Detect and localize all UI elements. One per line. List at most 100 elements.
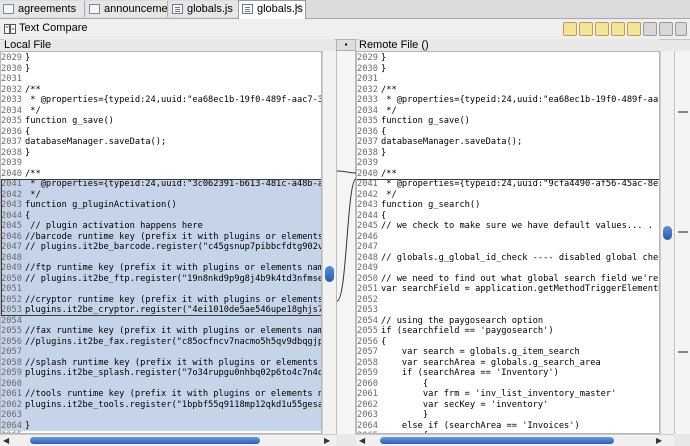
code-line[interactable]: 2056//plugins.it2be_fax.register("c85ocf…: [1, 336, 321, 347]
left-horizontal-scrollbar[interactable]: ◀ ▶: [0, 434, 336, 446]
code-line[interactable]: 2057: [1, 347, 321, 358]
code-line[interactable]: 2036{: [1, 127, 321, 138]
code-line[interactable]: 2029}: [1, 53, 321, 64]
code-line[interactable]: 2030}: [1, 64, 321, 75]
next-difference-button[interactable]: [611, 22, 625, 36]
right-horizontal-scrollbar[interactable]: ◀ ▶: [356, 434, 674, 446]
right-vertical-scrollbar[interactable]: [660, 51, 674, 434]
tab-globals-js-active[interactable]: globals.js ✕: [238, 0, 306, 19]
code-line[interactable]: 2034 */: [357, 106, 659, 117]
code-line[interactable]: 2047// plugins.it2be_barcode.register("c…: [1, 242, 321, 253]
code-line[interactable]: 2049: [357, 263, 659, 274]
overview-ruler[interactable]: [674, 51, 690, 434]
scroll-left-arrow-icon[interactable]: ◀: [359, 436, 365, 445]
code-line[interactable]: 2055//fax runtime key (prefix it with pl…: [1, 326, 321, 337]
remote-file-editor[interactable]: 2029} 2030} 2031 2032/** 2033 * @properties=…: [356, 51, 660, 434]
code-line[interactable]: 2061//tools runtime key (prefix it with …: [1, 389, 321, 400]
code-line[interactable]: 2052//cryptor runtime key (prefix it wit…: [1, 294, 321, 305]
code-line[interactable]: 2033 * @properties={typeid:24,uuid:"ea68…: [357, 95, 659, 106]
code-line[interactable]: 2053 plugins.it2be_cryptor.register("4ei1…: [1, 305, 321, 316]
scroll-right-arrow-icon[interactable]: ▶: [324, 436, 330, 445]
copy-current-right-button[interactable]: [595, 22, 609, 36]
code-line[interactable]: 2060 {: [357, 379, 659, 390]
code-line[interactable]: 2050// we need to find out what global s…: [357, 274, 659, 285]
code-line[interactable]: 2052: [357, 295, 659, 306]
code-line[interactable]: 2041 * @properties={typeid:24,uuid:"3c06…: [1, 179, 321, 190]
left-vertical-scrollbar[interactable]: [322, 51, 336, 434]
code-line[interactable]: 2042 */: [357, 190, 659, 201]
code-line[interactable]: 2058 var searchArea = globals.g_search_a…: [357, 358, 659, 369]
code-line[interactable]: 2041 * @properties={typeid:24,uuid:"9cfa…: [357, 179, 659, 190]
code-line[interactable]: 2049//ftp runtime key (prefix it with pl…: [1, 263, 321, 274]
code-line[interactable]: 2038}: [1, 148, 321, 159]
tab-announcements[interactable]: announcements: [86, 1, 168, 17]
tab-agreements[interactable]: agreements: [0, 1, 85, 17]
code-line[interactable]: 2064}: [1, 420, 321, 431]
code-line[interactable]: 2044{: [1, 210, 321, 221]
code-line[interactable]: 2045 // plugin activation happens here: [1, 221, 321, 232]
local-file-editor[interactable]: 2029} 2030} 2031 2032/** 2033 * @properties=…: [0, 51, 322, 434]
right-scroll-thumb[interactable]: [663, 226, 672, 240]
code-line[interactable]: 2048: [1, 252, 321, 263]
code-line[interactable]: 2059 plugins.it2be_splash.register("7o34r…: [1, 368, 321, 379]
code-line[interactable]: 2034 */: [1, 106, 321, 117]
code-line[interactable]: 2040/**: [1, 169, 321, 180]
code-line[interactable]: 2048// globals.g_global_id_check ---- di…: [357, 253, 659, 264]
right-hscroll-thumb[interactable]: [380, 437, 614, 444]
code-line[interactable]: 2031: [357, 74, 659, 85]
code-line[interactable]: 2056{: [357, 337, 659, 348]
code-line[interactable]: 2062 plugins.it2be_tools.register("1bpbf5…: [1, 399, 321, 410]
code-line[interactable]: 2033 * @properties={typeid:24,uuid:"ea68…: [1, 95, 321, 106]
next-change-button[interactable]: [643, 22, 657, 36]
code-line[interactable]: 2059 if (searchArea == 'Inventory'): [357, 368, 659, 379]
code-line[interactable]: 2063: [1, 410, 321, 421]
copy-all-left-button[interactable]: [563, 22, 577, 36]
code-line[interactable]: 2054// using the paygosearch option: [357, 316, 659, 327]
code-line[interactable]: 2043 function g_search(): [357, 200, 659, 211]
scroll-left-arrow-icon[interactable]: ◀: [3, 436, 9, 445]
previous-difference-button[interactable]: [627, 22, 641, 36]
code-line[interactable]: 2054: [1, 315, 321, 326]
code-line[interactable]: 2051: [1, 284, 321, 295]
code-line[interactable]: 2046: [357, 232, 659, 243]
code-line[interactable]: 2029}: [357, 53, 659, 64]
code-line[interactable]: 2045// we check to make sure we have def…: [357, 221, 659, 232]
code-line[interactable]: 2060: [1, 378, 321, 389]
code-line[interactable]: 2030}: [357, 64, 659, 75]
code-line[interactable]: 2039: [357, 158, 659, 169]
code-line[interactable]: 2043 function g_pluginActivation(): [1, 200, 321, 211]
code-line[interactable]: 2053: [357, 305, 659, 316]
left-scroll-thumb[interactable]: [325, 266, 334, 282]
left-hscroll-thumb[interactable]: [30, 437, 260, 444]
tab-globals-js[interactable]: globals.js: [169, 1, 239, 17]
code-line[interactable]: 2035 function g_save(): [1, 116, 321, 127]
code-line[interactable]: 2058//splash runtime key (prefix it with…: [1, 357, 321, 368]
code-line[interactable]: 2061 var frm = 'inv_list_inventory_maste…: [357, 389, 659, 400]
code-line[interactable]: 2032/**: [1, 85, 321, 96]
code-line[interactable]: 2037 databaseManager.saveData();: [357, 137, 659, 148]
code-line[interactable]: 2046//barcode runtime key (prefix it wit…: [1, 231, 321, 242]
code-line[interactable]: 2040/**: [357, 169, 659, 180]
close-icon[interactable]: ✕: [294, 1, 302, 17]
previous-change-button[interactable]: [659, 22, 673, 36]
code-line[interactable]: 2037 databaseManager.saveData();: [1, 137, 321, 148]
copy-current-left-button[interactable]: [579, 22, 593, 36]
code-line[interactable]: 2031: [1, 74, 321, 85]
code-line[interactable]: 2039: [1, 158, 321, 169]
code-line[interactable]: 2057 var search = globals.g_item_search: [357, 347, 659, 358]
code-line[interactable]: 2050// plugins.it2be_ftp.register("19n8n…: [1, 273, 321, 284]
code-line[interactable]: 2044{: [357, 211, 659, 222]
code-line[interactable]: 2032/**: [357, 85, 659, 96]
code-line[interactable]: 2047: [357, 242, 659, 253]
code-line[interactable]: 2063 }: [357, 410, 659, 421]
scroll-right-arrow-icon[interactable]: ▶: [656, 436, 662, 445]
code-line[interactable]: 2055 if (searchfield == 'paygosearch'): [357, 326, 659, 337]
code-line[interactable]: 2036{: [357, 127, 659, 138]
copy-direction-button[interactable]: ▪: [336, 39, 356, 51]
code-line[interactable]: 2042 */: [1, 189, 321, 200]
code-line[interactable]: 2038}: [357, 148, 659, 159]
code-line[interactable]: 2035 function g_save(): [357, 116, 659, 127]
view-menu-button[interactable]: [675, 22, 687, 36]
code-line[interactable]: 2064 else if (searchArea == 'Invoices'): [357, 421, 659, 432]
code-line[interactable]: 2062 var secKey = 'inventory': [357, 400, 659, 411]
